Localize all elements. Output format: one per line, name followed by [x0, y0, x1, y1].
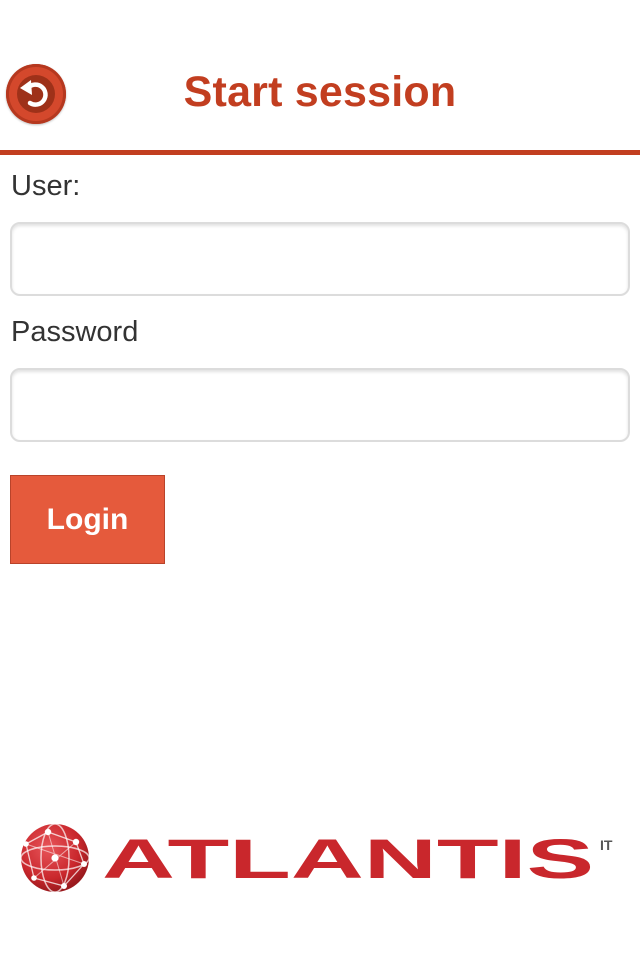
brand-superscript: IT	[600, 837, 613, 853]
brand-name: ATLANTIS	[102, 827, 594, 890]
user-input[interactable]	[10, 222, 630, 296]
password-label: Password	[11, 316, 139, 348]
atlantis-logo: ATLANTIS IT	[20, 823, 613, 893]
password-input[interactable]	[10, 368, 630, 442]
globe-icon	[20, 823, 90, 893]
user-label: User:	[11, 170, 81, 202]
header-divider	[0, 150, 640, 155]
login-button[interactable]: Login	[10, 475, 165, 564]
header: Start session	[0, 0, 640, 150]
page-title: Start session	[183, 68, 457, 116]
